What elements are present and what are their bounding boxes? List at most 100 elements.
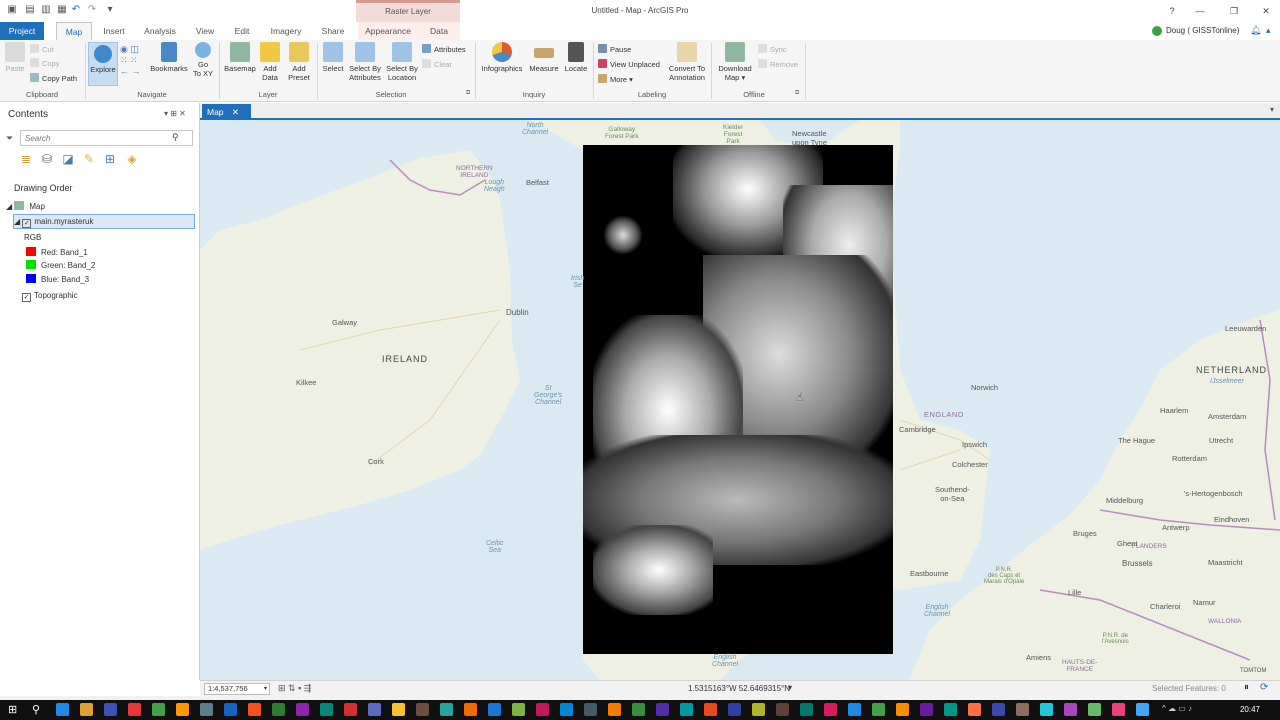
goto-xy-button[interactable]: Go To XY	[192, 42, 214, 78]
layer-visibility-checkbox[interactable]: ✓	[22, 219, 32, 228]
copy-button[interactable]: Copy	[30, 58, 60, 70]
taskbar-app-icon[interactable]	[824, 703, 837, 716]
list-by-data-source-icon[interactable]: ⛁	[39, 151, 55, 167]
coordinate-format-dropdown[interactable]: ▾	[788, 683, 792, 692]
taskbar-app-icon[interactable]	[608, 703, 621, 716]
topographic-visibility-checkbox[interactable]: ✓	[22, 293, 31, 302]
tab-insert[interactable]: Insert	[98, 22, 130, 40]
taskbar-app-icon[interactable]	[920, 703, 933, 716]
copy-path-button[interactable]: Copy Path	[30, 73, 77, 85]
taskbar-app-icon[interactable]	[368, 703, 381, 716]
list-by-editing-icon[interactable]: ✎	[81, 151, 97, 167]
search-taskbar-icon[interactable]: ⚲	[32, 703, 40, 716]
taskbar-app-icon[interactable]	[848, 703, 861, 716]
add-preset-button[interactable]: Add Preset	[284, 42, 314, 82]
taskbar-app-icon[interactable]	[272, 703, 285, 716]
taskbar-app-icon[interactable]	[704, 703, 717, 716]
offline-options-icon[interactable]: ⧉	[795, 90, 799, 97]
taskbar-app-icon[interactable]	[752, 703, 765, 716]
taskbar-app-icon[interactable]	[1040, 703, 1053, 716]
cut-button[interactable]: Cut	[30, 44, 54, 56]
taskbar-app-icon[interactable]	[1064, 703, 1077, 716]
taskbar-app-icon[interactable]	[728, 703, 741, 716]
taskbar-app-icon[interactable]	[560, 703, 573, 716]
pause-labeling-button[interactable]: Pause	[598, 44, 631, 56]
taskbar-app-icon[interactable]	[1088, 703, 1101, 716]
close-tab-icon[interactable]: ✕	[232, 107, 239, 117]
list-by-snapping-icon[interactable]: ⊞	[102, 151, 118, 167]
attributes-button[interactable]: Attributes	[422, 44, 466, 56]
explore-button[interactable]: Explore	[88, 42, 118, 86]
search-input[interactable]: Search	[20, 130, 193, 146]
tab-map-view[interactable]: Map ✕	[202, 104, 251, 120]
taskbar-app-icon[interactable]	[992, 703, 1005, 716]
locate-button[interactable]: Locate	[562, 42, 590, 73]
taskbar-app-icon[interactable]	[872, 703, 885, 716]
tab-view[interactable]: View	[190, 22, 220, 40]
taskbar-app-icon[interactable]	[296, 703, 309, 716]
select-by-attributes-button[interactable]: Select By Attributes	[346, 42, 384, 82]
close-button[interactable]: ✕	[1256, 4, 1276, 18]
list-by-selection-icon[interactable]: ◪	[60, 151, 76, 167]
scale-combobox[interactable]: 1:4,537,756 ▾	[204, 683, 270, 695]
ribbon-collapse-icon[interactable]: ▴	[1266, 25, 1271, 36]
navigate-small-tools[interactable]: ◉ ◫ ⁙ ⁙ ← →	[120, 44, 144, 80]
taskbar-app-icon[interactable]	[1112, 703, 1125, 716]
taskbar-app-icon[interactable]	[248, 703, 261, 716]
taskbar-app-icon[interactable]	[320, 703, 333, 716]
view-unplaced-button[interactable]: View Unplaced	[598, 59, 660, 71]
more-labeling-button[interactable]: More ▾	[598, 74, 633, 86]
sync-button[interactable]: Sync	[758, 44, 787, 56]
taskbar-app-icon[interactable]	[536, 703, 549, 716]
taskbar-app-icon[interactable]	[944, 703, 957, 716]
select-button[interactable]: Select	[320, 42, 346, 73]
tray-icons[interactable]: ^ ☁ ▭ ♪	[1162, 704, 1192, 713]
map-tools-icons[interactable]: ⊞ ⇅ ▪ ⇶	[278, 683, 311, 694]
bookmarks-button[interactable]: Bookmarks	[148, 42, 190, 73]
select-by-location-button[interactable]: Select By Location	[384, 42, 420, 82]
taskbar-app-icon[interactable]	[176, 703, 189, 716]
tab-analysis[interactable]: Analysis	[140, 22, 180, 40]
basemap-button[interactable]: Basemap	[222, 42, 258, 73]
tab-map[interactable]: Map	[56, 22, 92, 40]
refresh-icon[interactable]: ⟳	[1260, 682, 1268, 693]
taskbar-app-icon[interactable]	[656, 703, 669, 716]
taskbar-app-icon[interactable]	[512, 703, 525, 716]
taskbar-app-icon[interactable]	[776, 703, 789, 716]
taskbar-app-icon[interactable]	[896, 703, 909, 716]
taskbar-app-icon[interactable]	[464, 703, 477, 716]
taskbar-app-icon[interactable]	[344, 703, 357, 716]
taskbar-app-icon[interactable]	[56, 703, 69, 716]
clear-button[interactable]: Clear	[422, 59, 452, 71]
taskbar-app-icon[interactable]	[392, 703, 405, 716]
taskbar-app-icon[interactable]	[488, 703, 501, 716]
tab-edit[interactable]: Edit	[228, 22, 256, 40]
tab-overflow-icon[interactable]: ▾	[1270, 105, 1274, 114]
taskbar-app-icon[interactable]	[440, 703, 453, 716]
taskbar-app-icon[interactable]	[104, 703, 117, 716]
taskbar-app-icon[interactable]	[680, 703, 693, 716]
convert-to-annotation-button[interactable]: Convert To Annotation	[666, 42, 708, 82]
pane-options-icon[interactable]: ▾ ⊞ ✕	[164, 109, 186, 118]
download-map-button[interactable]: Download Map ▾	[714, 42, 756, 82]
taskbar-app-icon[interactable]	[1016, 703, 1029, 716]
tab-project[interactable]: Project	[0, 22, 44, 40]
map-node[interactable]: ◢ Map	[6, 201, 45, 211]
tab-data[interactable]: Data	[418, 22, 460, 40]
tab-share[interactable]: Share	[316, 22, 350, 40]
taskbar-app-icon[interactable]	[800, 703, 813, 716]
remove-button[interactable]: Remove	[758, 59, 798, 71]
selection-options-icon[interactable]: ⧉	[466, 90, 470, 97]
measure-button[interactable]: Measure	[528, 42, 560, 73]
raster-layer-node[interactable]: ◢ ✓ main.myrasteruk	[14, 217, 94, 228]
taskbar-app-icon[interactable]	[584, 703, 597, 716]
map-view[interactable]: North Channel Galloway Forest Park Kield…	[200, 120, 1280, 680]
taskbar-app-icon[interactable]	[224, 703, 237, 716]
search-icon[interactable]: ⚲	[172, 132, 179, 143]
help-button[interactable]: ?	[1162, 4, 1182, 18]
taskbar-app-icon[interactable]	[152, 703, 165, 716]
taskbar-app-icon[interactable]	[200, 703, 213, 716]
restore-button[interactable]: ❐	[1224, 4, 1244, 18]
taskbar-app-icon[interactable]	[1136, 703, 1149, 716]
minimize-button[interactable]: —	[1190, 4, 1210, 18]
